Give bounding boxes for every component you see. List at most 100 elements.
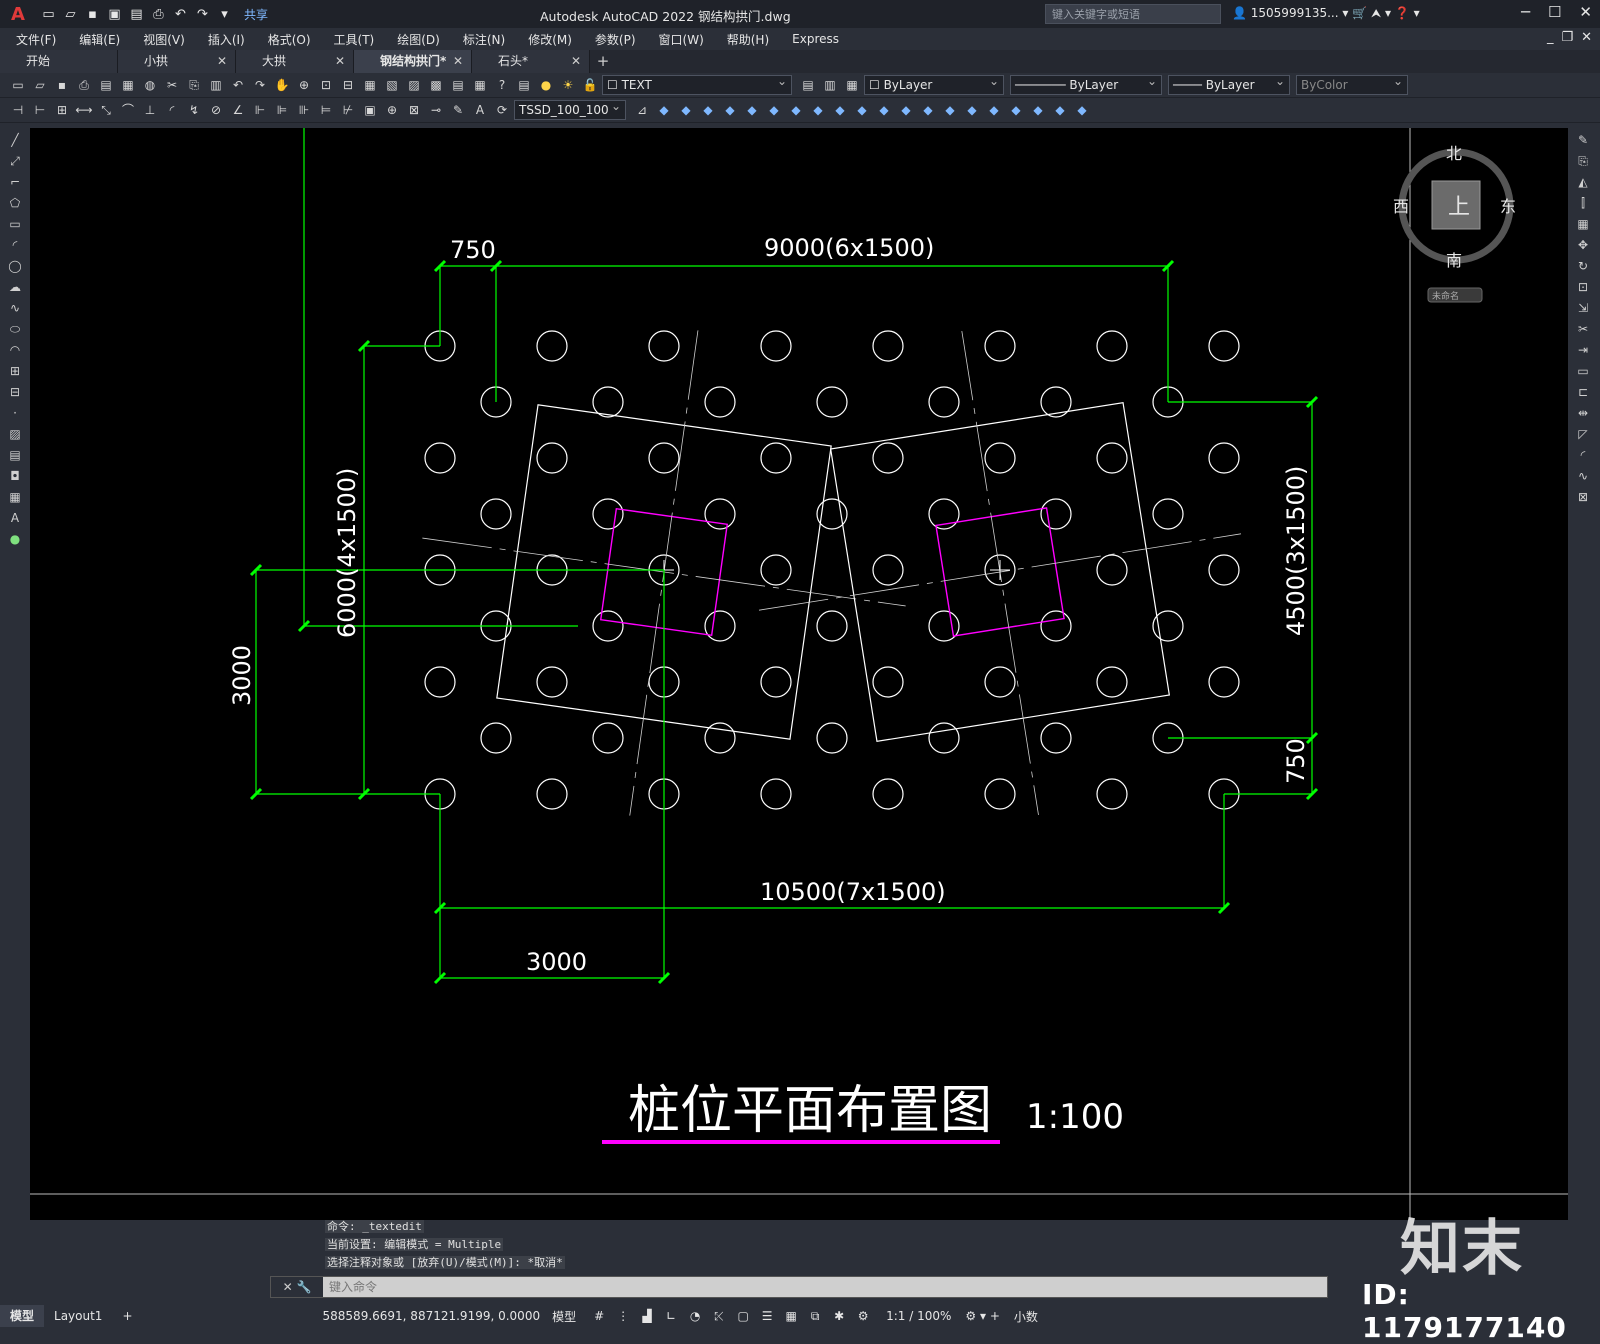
snap-icon[interactable]: ⋮	[614, 1309, 632, 1324]
model-tab[interactable]: 模型	[0, 1305, 45, 1327]
user-account[interactable]: 👤 1505999135... ▾ 🛒 ⮝ ▾ ❓ ▾	[1232, 6, 1420, 21]
model-space-toggle[interactable]: 模型	[552, 1308, 576, 1325]
preview-icon[interactable]: ▤	[96, 76, 116, 94]
command-input[interactable]: 键入命令	[323, 1277, 1327, 1297]
menu-item-6[interactable]: 绘图(D)	[397, 31, 440, 48]
diameter-dim-icon[interactable]: ⊘	[206, 101, 226, 119]
open-file-icon[interactable]: ▱	[62, 6, 79, 23]
blend-icon[interactable]: ∿	[1568, 466, 1598, 487]
linear-dim-icon[interactable]: ⟷	[74, 101, 94, 119]
undo-icon[interactable]: ↶	[228, 76, 248, 94]
shape-19-icon[interactable]: ◆	[1050, 101, 1070, 119]
copy-icon[interactable]: ⎘	[184, 76, 204, 94]
break-point-icon[interactable]: ▭	[1568, 361, 1598, 382]
menu-item-4[interactable]: 格式(O)	[268, 31, 311, 48]
menu-item-7[interactable]: 标注(N)	[463, 31, 505, 48]
arc-icon[interactable]: ◜	[0, 235, 30, 256]
close-icon[interactable]: ✕	[1579, 3, 1592, 21]
layer-on-icon[interactable]: ●	[536, 76, 556, 94]
erase-icon[interactable]: ✎	[1568, 130, 1598, 151]
layer-freeze-icon[interactable]: ☀	[558, 76, 578, 94]
menu-item-0[interactable]: 文件(F)	[16, 31, 56, 48]
tab-close-icon[interactable]: ✕	[571, 50, 581, 73]
copy-object-icon[interactable]: ⎘	[1568, 151, 1598, 172]
add-layout-icon[interactable]: +	[112, 1305, 142, 1327]
osnap-track-icon[interactable]: ⤪	[710, 1309, 728, 1324]
globe-icon[interactable]: ◍	[140, 76, 160, 94]
radius-dim-icon[interactable]: ◜	[162, 101, 182, 119]
move-icon[interactable]: ✥	[1568, 235, 1598, 256]
tool-palette-icon[interactable]: ▨	[404, 76, 424, 94]
linetype-dropdown[interactable]: ─────── ByLayer	[1010, 72, 1162, 95]
region-icon[interactable]: ◘	[0, 466, 30, 487]
spline-icon[interactable]: ∿	[0, 298, 30, 319]
add-selected-icon[interactable]: ●	[0, 529, 30, 550]
plot-icon[interactable]: ⎙	[150, 6, 167, 23]
shape-11-icon[interactable]: ◆	[874, 101, 894, 119]
compass-south[interactable]: 南	[1446, 251, 1462, 270]
annotation-scale[interactable]: 1:1 / 100%	[886, 1309, 951, 1323]
shape-8-icon[interactable]: ◆	[808, 101, 828, 119]
properties-icon[interactable]: ▦	[360, 76, 380, 94]
file-tab-3[interactable]: 钢结构拱门* ✕	[354, 50, 472, 73]
file-tab-2[interactable]: 大拱 ✕	[236, 50, 354, 73]
tab-close-icon[interactable]: ✕	[217, 50, 227, 73]
share-button[interactable]: 共享	[244, 6, 268, 23]
make-current-layer-icon[interactable]: ▤	[798, 76, 818, 94]
paste-icon[interactable]: ▥	[206, 76, 226, 94]
design-center-icon[interactable]: ▧	[382, 76, 402, 94]
zoom-previous-icon[interactable]: ⊟	[338, 76, 358, 94]
center-mark-icon[interactable]: ⊕	[382, 101, 402, 119]
join-icon[interactable]: ⇹	[1568, 403, 1598, 424]
polygon-icon[interactable]: ⬠	[0, 193, 30, 214]
menu-item-11[interactable]: 帮助(H)	[727, 31, 769, 48]
minimize-icon[interactable]: ─	[1521, 3, 1530, 21]
file-tab-1[interactable]: 小拱 ✕	[118, 50, 236, 73]
extend-icon[interactable]: ⇥	[1568, 340, 1598, 361]
jogged-dim-icon[interactable]: ↯	[184, 101, 204, 119]
annotation-icon[interactable]: ✱	[830, 1309, 848, 1324]
layer-properties-icon[interactable]: ▤	[514, 76, 534, 94]
dimstyle-manager-icon[interactable]: ⊿	[632, 101, 652, 119]
compass-west[interactable]: 西	[1393, 197, 1409, 216]
ordinate-dim-icon[interactable]: ⊥	[140, 101, 160, 119]
new-icon[interactable]: ▭	[8, 76, 28, 94]
command-icons[interactable]: ✕ 🔧	[271, 1277, 323, 1297]
hatch-icon[interactable]: ▨	[0, 424, 30, 445]
menu-item-10[interactable]: 窗口(W)	[659, 31, 704, 48]
ortho-icon[interactable]: ∟	[662, 1309, 680, 1324]
drawing-canvas[interactable]: 750 9000(6x1500) 6000(4x1500) 3000 4500(…	[30, 128, 1568, 1220]
rectangle-icon[interactable]: ▭	[0, 214, 30, 235]
dim-break-icon[interactable]: ⊬	[338, 101, 358, 119]
file-tab-0[interactable]: 开始	[0, 50, 118, 73]
tolerance-icon[interactable]: ▣	[360, 101, 380, 119]
dimstyle-dropdown[interactable]: TSSD_100_100	[514, 97, 626, 120]
break-icon[interactable]: ⊏	[1568, 382, 1598, 403]
make-block-icon[interactable]: ⊟	[0, 382, 30, 403]
help-icon[interactable]: ?	[492, 76, 512, 94]
dim-space-icon[interactable]: ⊨	[316, 101, 336, 119]
shape-9-icon[interactable]: ◆	[830, 101, 850, 119]
shape-13-icon[interactable]: ◆	[918, 101, 938, 119]
units-dropdown[interactable]: 小数	[1014, 1308, 1038, 1325]
shape-14-icon[interactable]: ◆	[940, 101, 960, 119]
quick-dim-icon[interactable]: ⊩	[250, 101, 270, 119]
dim-icon[interactable]: ⊢	[30, 101, 50, 119]
dim-style-icon[interactable]: ⊞	[52, 101, 72, 119]
polyline-icon[interactable]: ⌐	[0, 172, 30, 193]
dim-text-edit-icon[interactable]: A	[470, 101, 490, 119]
compass-east[interactable]: 东	[1500, 197, 1516, 216]
pan-icon[interactable]: ✋	[272, 76, 292, 94]
array-icon[interactable]: ▦	[1568, 214, 1598, 235]
shape-15-icon[interactable]: ◆	[962, 101, 982, 119]
layer-dropdown[interactable]: ☐ TEXT	[602, 72, 792, 95]
doc-restore-icon[interactable]: ❐	[1561, 30, 1573, 45]
save-icon[interactable]: ▪	[52, 76, 72, 94]
viewcube[interactable]: 上 北 南 东 西 未命名	[1393, 144, 1516, 303]
tab-close-icon[interactable]: ✕	[335, 50, 345, 73]
shape-17-icon[interactable]: ◆	[1006, 101, 1026, 119]
layer-lock-icon[interactable]: 🔓	[580, 76, 600, 94]
mtext-icon[interactable]: A	[0, 508, 30, 529]
lineweight-icon[interactable]: ☰	[758, 1309, 776, 1324]
selection-cycling-icon[interactable]: ⧉	[806, 1309, 824, 1324]
